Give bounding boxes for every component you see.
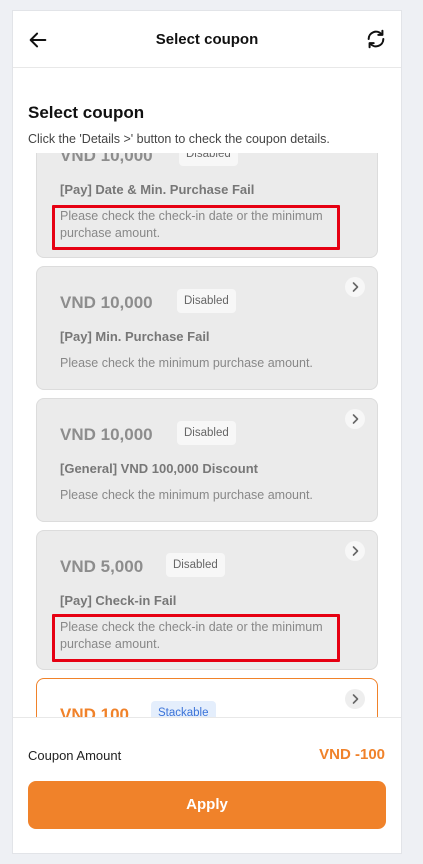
stackable-badge: Stackable: [151, 701, 216, 717]
coupon-card[interactable]: VND 5,000 Disabled [Pay] Check-in Fail P…: [36, 530, 378, 670]
coupon-card-selected[interactable]: VND 100 Stackable: [36, 678, 378, 717]
coupon-amount: VND 100: [60, 705, 129, 717]
coupon-name: [General] VND 100,000 Discount: [60, 461, 258, 476]
apply-button[interactable]: Apply: [28, 781, 386, 829]
header: Select coupon: [13, 11, 401, 68]
coupon-name: [Pay] Date & Min. Purchase Fail: [60, 182, 255, 197]
highlight-box: [52, 614, 340, 662]
phone-screen: Select coupon Select coupon Click the 'D…: [12, 10, 402, 854]
chevron-right-icon[interactable]: [345, 409, 365, 429]
status-badge: Disabled: [177, 289, 236, 313]
refresh-icon[interactable]: [365, 28, 387, 50]
coupon-card[interactable]: VND 10,000 Disabled [Pay] Min. Purchase …: [36, 266, 378, 390]
highlight-box: [52, 205, 340, 250]
coupon-description: Please check the minimum purchase amount…: [60, 488, 313, 502]
coupon-description: Please check the minimum purchase amount…: [60, 356, 313, 370]
status-badge: Disabled: [166, 553, 225, 577]
coupon-name: [Pay] Check-in Fail: [60, 593, 177, 608]
chevron-right-icon[interactable]: [345, 689, 365, 709]
coupon-amount: VND 10,000: [60, 425, 153, 444]
status-badge: Disabled: [179, 153, 238, 166]
chevron-right-icon[interactable]: [345, 541, 365, 561]
page-title: Select coupon: [155, 31, 259, 48]
coupon-amount-label: Coupon Amount: [28, 748, 122, 763]
coupon-amount: VND 10,000: [60, 293, 153, 312]
coupon-list[interactable]: VND 10,000 Disabled [Pay] Date & Min. Pu…: [13, 153, 401, 717]
coupon-amount: VND 10,000: [60, 153, 153, 165]
section-subtitle: Click the 'Details >' button to check th…: [28, 132, 330, 146]
coupon-amount: VND 5,000: [60, 557, 144, 576]
coupon-content: Select coupon Click the 'Details >' butt…: [13, 69, 401, 717]
footer: Coupon Amount VND -100 Apply: [13, 717, 401, 853]
chevron-right-icon[interactable]: [345, 277, 365, 297]
section-title: Select coupon: [28, 103, 145, 122]
coupon-name: [Pay] Min. Purchase Fail: [60, 329, 210, 344]
status-badge: Disabled: [177, 421, 236, 445]
coupon-card[interactable]: VND 10,000 Disabled [Pay] Date & Min. Pu…: [36, 153, 378, 258]
coupon-card[interactable]: VND 10,000 Disabled [General] VND 100,00…: [36, 398, 378, 522]
coupon-amount-value: VND -100: [319, 746, 385, 763]
